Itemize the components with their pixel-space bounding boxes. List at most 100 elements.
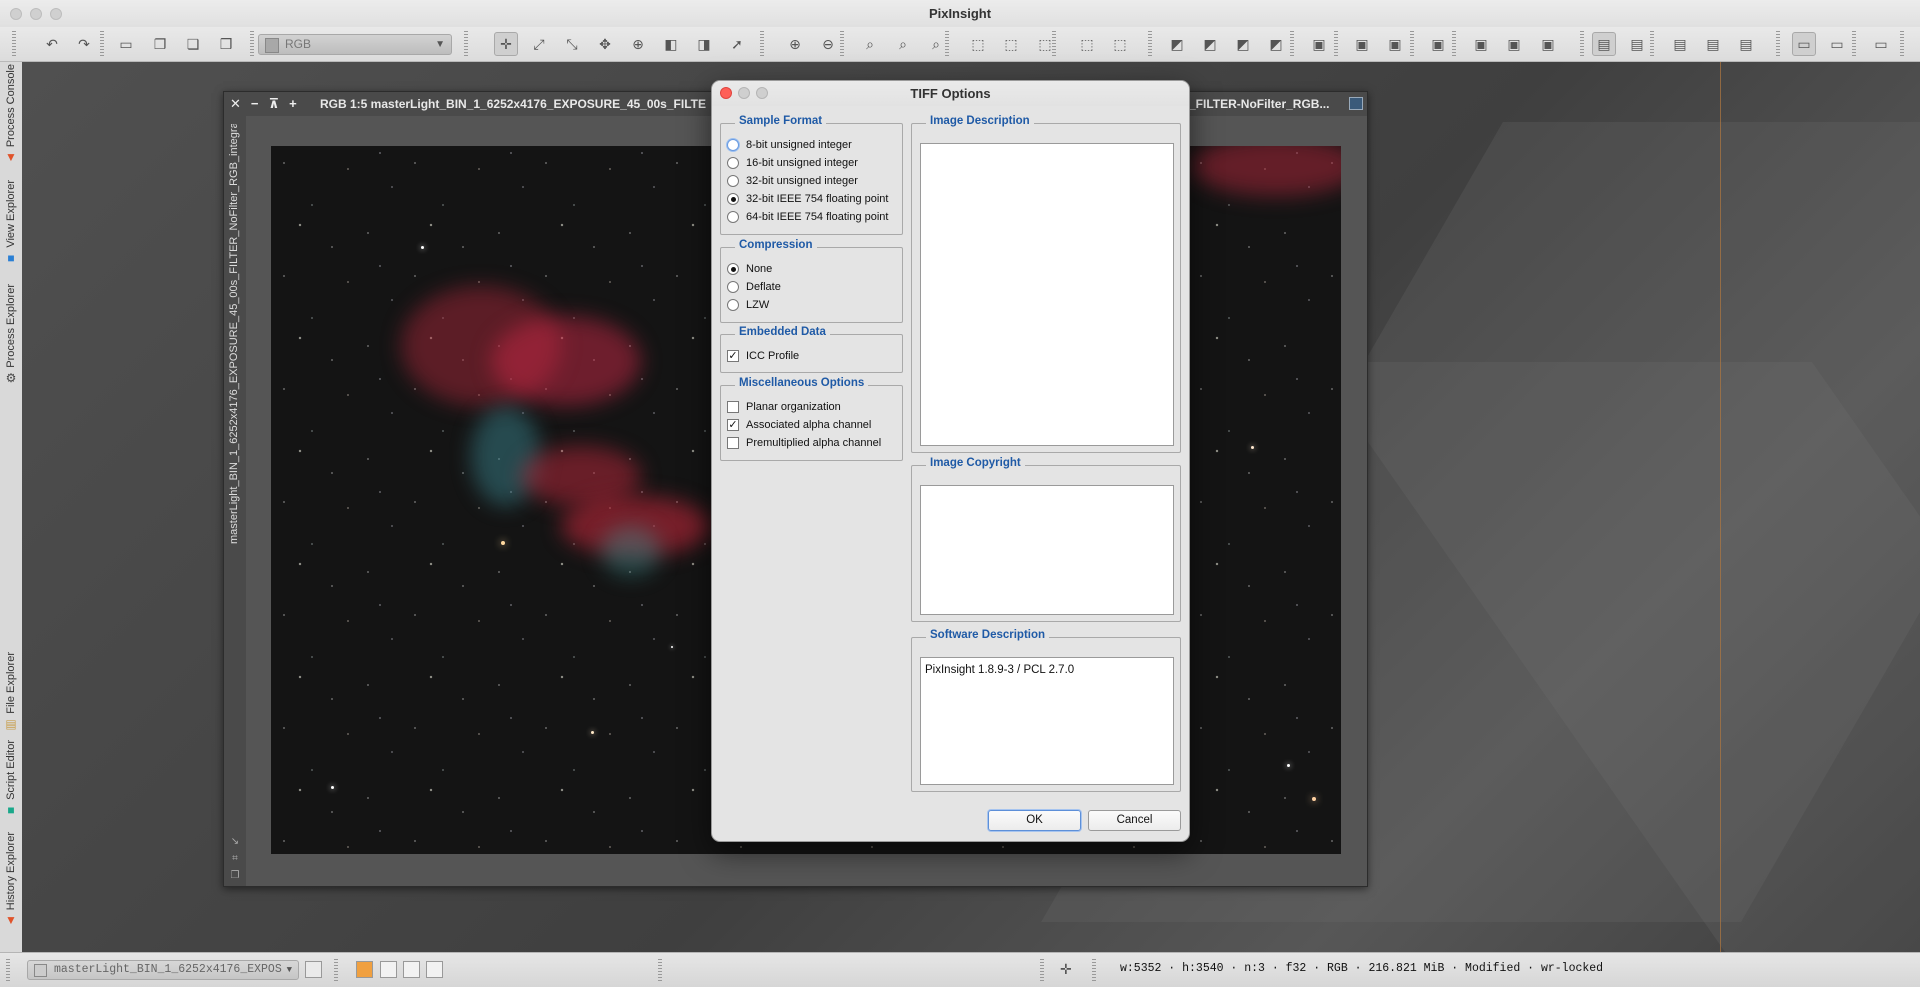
crosshair-icon[interactable]: ✛	[1060, 961, 1072, 978]
radio-button[interactable]	[727, 139, 739, 151]
fit-view-icon[interactable]: ⌗	[229, 853, 241, 865]
embedded-data-option[interactable]: ✓ ICC Profile	[727, 350, 799, 362]
frame-3-icon[interactable]: ⬚	[1033, 32, 1057, 56]
mask-3-icon[interactable]: ▣	[1383, 32, 1407, 56]
stf-2-icon[interactable]: ◩	[1198, 32, 1222, 56]
frame-5-icon[interactable]: ⬚	[1108, 32, 1132, 56]
view-list-icon[interactable]	[305, 961, 322, 978]
new-window-icon[interactable]: ❐	[148, 32, 172, 56]
sample-format-option[interactable]: 8-bit unsigned integer	[727, 139, 852, 151]
undo-icon[interactable]: ↶	[40, 32, 64, 56]
pointer-icon[interactable]: ➚	[725, 32, 749, 56]
readout-icon[interactable]: ✛	[494, 32, 518, 56]
screen-icon[interactable]: ▭	[1792, 32, 1816, 56]
maximize-icon[interactable]	[1349, 97, 1363, 110]
zoom-out-icon[interactable]: ⊖	[816, 32, 840, 56]
mask-6-icon[interactable]: ▣	[1502, 32, 1526, 56]
screen-3-icon[interactable]: ▭	[1869, 32, 1893, 56]
checkbox[interactable]: ✓	[727, 350, 739, 362]
checkbox[interactable]: ✓	[727, 419, 739, 431]
zoom-fit-icon[interactable]: ⤡	[560, 32, 584, 56]
frame-icon[interactable]: ⬚	[966, 32, 990, 56]
stf-icon[interactable]: ◩	[1165, 32, 1189, 56]
frame-4-icon[interactable]: ⬚	[1075, 32, 1099, 56]
stf-4-icon[interactable]: ◩	[1264, 32, 1288, 56]
pan-icon[interactable]: ✥	[593, 32, 617, 56]
sample-format-option[interactable]: 64-bit IEEE 754 floating point	[727, 211, 888, 223]
screen-2-icon[interactable]: ▭	[1825, 32, 1849, 56]
close-window-button[interactable]	[10, 8, 22, 20]
frame-2-icon[interactable]: ⬚	[999, 32, 1023, 56]
sample-format-option[interactable]: 16-bit unsigned integer	[727, 157, 858, 169]
zoom-icon[interactable]: ⌕	[858, 32, 882, 56]
panel-5-icon[interactable]: ▤	[1734, 32, 1758, 56]
mask-4-icon[interactable]: ▣	[1426, 32, 1450, 56]
channel-g-icon[interactable]	[403, 961, 420, 978]
misc-options-option[interactable]: Premultiplied alpha channel	[727, 437, 881, 449]
panel-3-icon[interactable]: ▤	[1668, 32, 1692, 56]
view-selector[interactable]: masterLight_BIN_1_6252x4176_EXPOS ▼	[27, 960, 299, 980]
edit-preview-icon[interactable]: ◧	[659, 32, 683, 56]
window-controls[interactable]	[10, 8, 62, 20]
redo-icon[interactable]: ↷	[72, 32, 96, 56]
channel-rgb-icon[interactable]	[356, 961, 373, 978]
center-icon[interactable]: ⊕	[626, 32, 650, 56]
sidebar-tab-history-explorer[interactable]: History Explorer ▼	[0, 832, 22, 927]
stf-3-icon[interactable]: ◩	[1231, 32, 1255, 56]
radio-button[interactable]	[727, 263, 739, 275]
cancel-button[interactable]: Cancel	[1088, 810, 1181, 831]
software-description-input[interactable]: PixInsight 1.8.9-3 / PCL 2.7.0	[920, 657, 1174, 785]
split-icon[interactable]: ◨	[692, 32, 716, 56]
clone-icon[interactable]: ❒	[214, 32, 238, 56]
radio-button[interactable]	[727, 175, 739, 187]
plus-icon[interactable]: +	[289, 92, 297, 116]
panel-4-icon[interactable]: ▤	[1701, 32, 1725, 56]
close-icon[interactable]: ✕	[230, 92, 241, 116]
channel-b-icon[interactable]	[426, 961, 443, 978]
panel-icon[interactable]: ▤	[1592, 32, 1616, 56]
fit-icon[interactable]: ⤢	[527, 32, 551, 56]
mask-7-icon[interactable]: ▣	[1536, 32, 1560, 56]
sidebar-tab-script-editor[interactable]: Script Editor ■	[0, 740, 22, 817]
sample-format-option[interactable]: 32-bit unsigned integer	[727, 175, 858, 187]
checkbox[interactable]	[727, 437, 739, 449]
copy-icon[interactable]: ❐	[229, 870, 241, 882]
panel-2-icon[interactable]: ▤	[1625, 32, 1649, 56]
ok-button[interactable]: OK	[988, 810, 1081, 831]
preview-icon[interactable]: ▭	[114, 32, 138, 56]
compression-option[interactable]: LZW	[727, 299, 769, 311]
misc-options-option[interactable]: ✓ Associated alpha channel	[727, 419, 871, 431]
checkbox[interactable]	[727, 401, 739, 413]
tiff-options-dialog[interactable]: TIFF Options Sample Format 8-bit unsigne…	[711, 80, 1190, 842]
image-copyright-input[interactable]	[920, 485, 1174, 615]
mask-5-icon[interactable]: ▣	[1469, 32, 1493, 56]
image-description-input[interactable]	[920, 143, 1174, 446]
sidebar-tab-file-explorer[interactable]: File Explorer ▤	[0, 652, 22, 731]
radio-button[interactable]	[727, 193, 739, 205]
corner-icon[interactable]: ↘	[229, 836, 241, 848]
zoom-1-icon[interactable]: ⌕	[891, 32, 915, 56]
compression-option[interactable]: Deflate	[727, 281, 781, 293]
dialog-close-button[interactable]	[720, 87, 732, 99]
compression-option[interactable]: None	[727, 263, 772, 275]
radio-button[interactable]	[727, 157, 739, 169]
radio-button[interactable]	[727, 281, 739, 293]
duplicate-icon[interactable]: ❏	[181, 32, 205, 56]
sidebar-tab-process-explorer[interactable]: Process Explorer ⚙	[0, 284, 22, 385]
sidebar-tab-view-explorer[interactable]: View Explorer ■	[0, 180, 22, 265]
zoom-in-icon[interactable]: ⊕	[783, 32, 807, 56]
minimize-icon[interactable]: −	[251, 92, 259, 116]
dialog-titlebar[interactable]: TIFF Options	[712, 81, 1189, 106]
mask-2-icon[interactable]: ▣	[1350, 32, 1374, 56]
minimize-window-button[interactable]	[30, 8, 42, 20]
radio-button[interactable]	[727, 299, 739, 311]
shade-icon[interactable]: ⊼	[269, 92, 280, 116]
channel-r-icon[interactable]	[380, 961, 397, 978]
misc-options-option[interactable]: Planar organization	[727, 401, 841, 413]
sample-format-option[interactable]: 32-bit IEEE 754 floating point	[727, 193, 888, 205]
zoom-window-button[interactable]	[50, 8, 62, 20]
sidebar-tab-process-console[interactable]: Process Console ▼	[0, 64, 22, 164]
mask-icon[interactable]: ▣	[1307, 32, 1331, 56]
color-space-selector[interactable]: RGB ▼	[258, 34, 452, 55]
zoom-2-icon[interactable]: ⌕	[924, 32, 948, 56]
